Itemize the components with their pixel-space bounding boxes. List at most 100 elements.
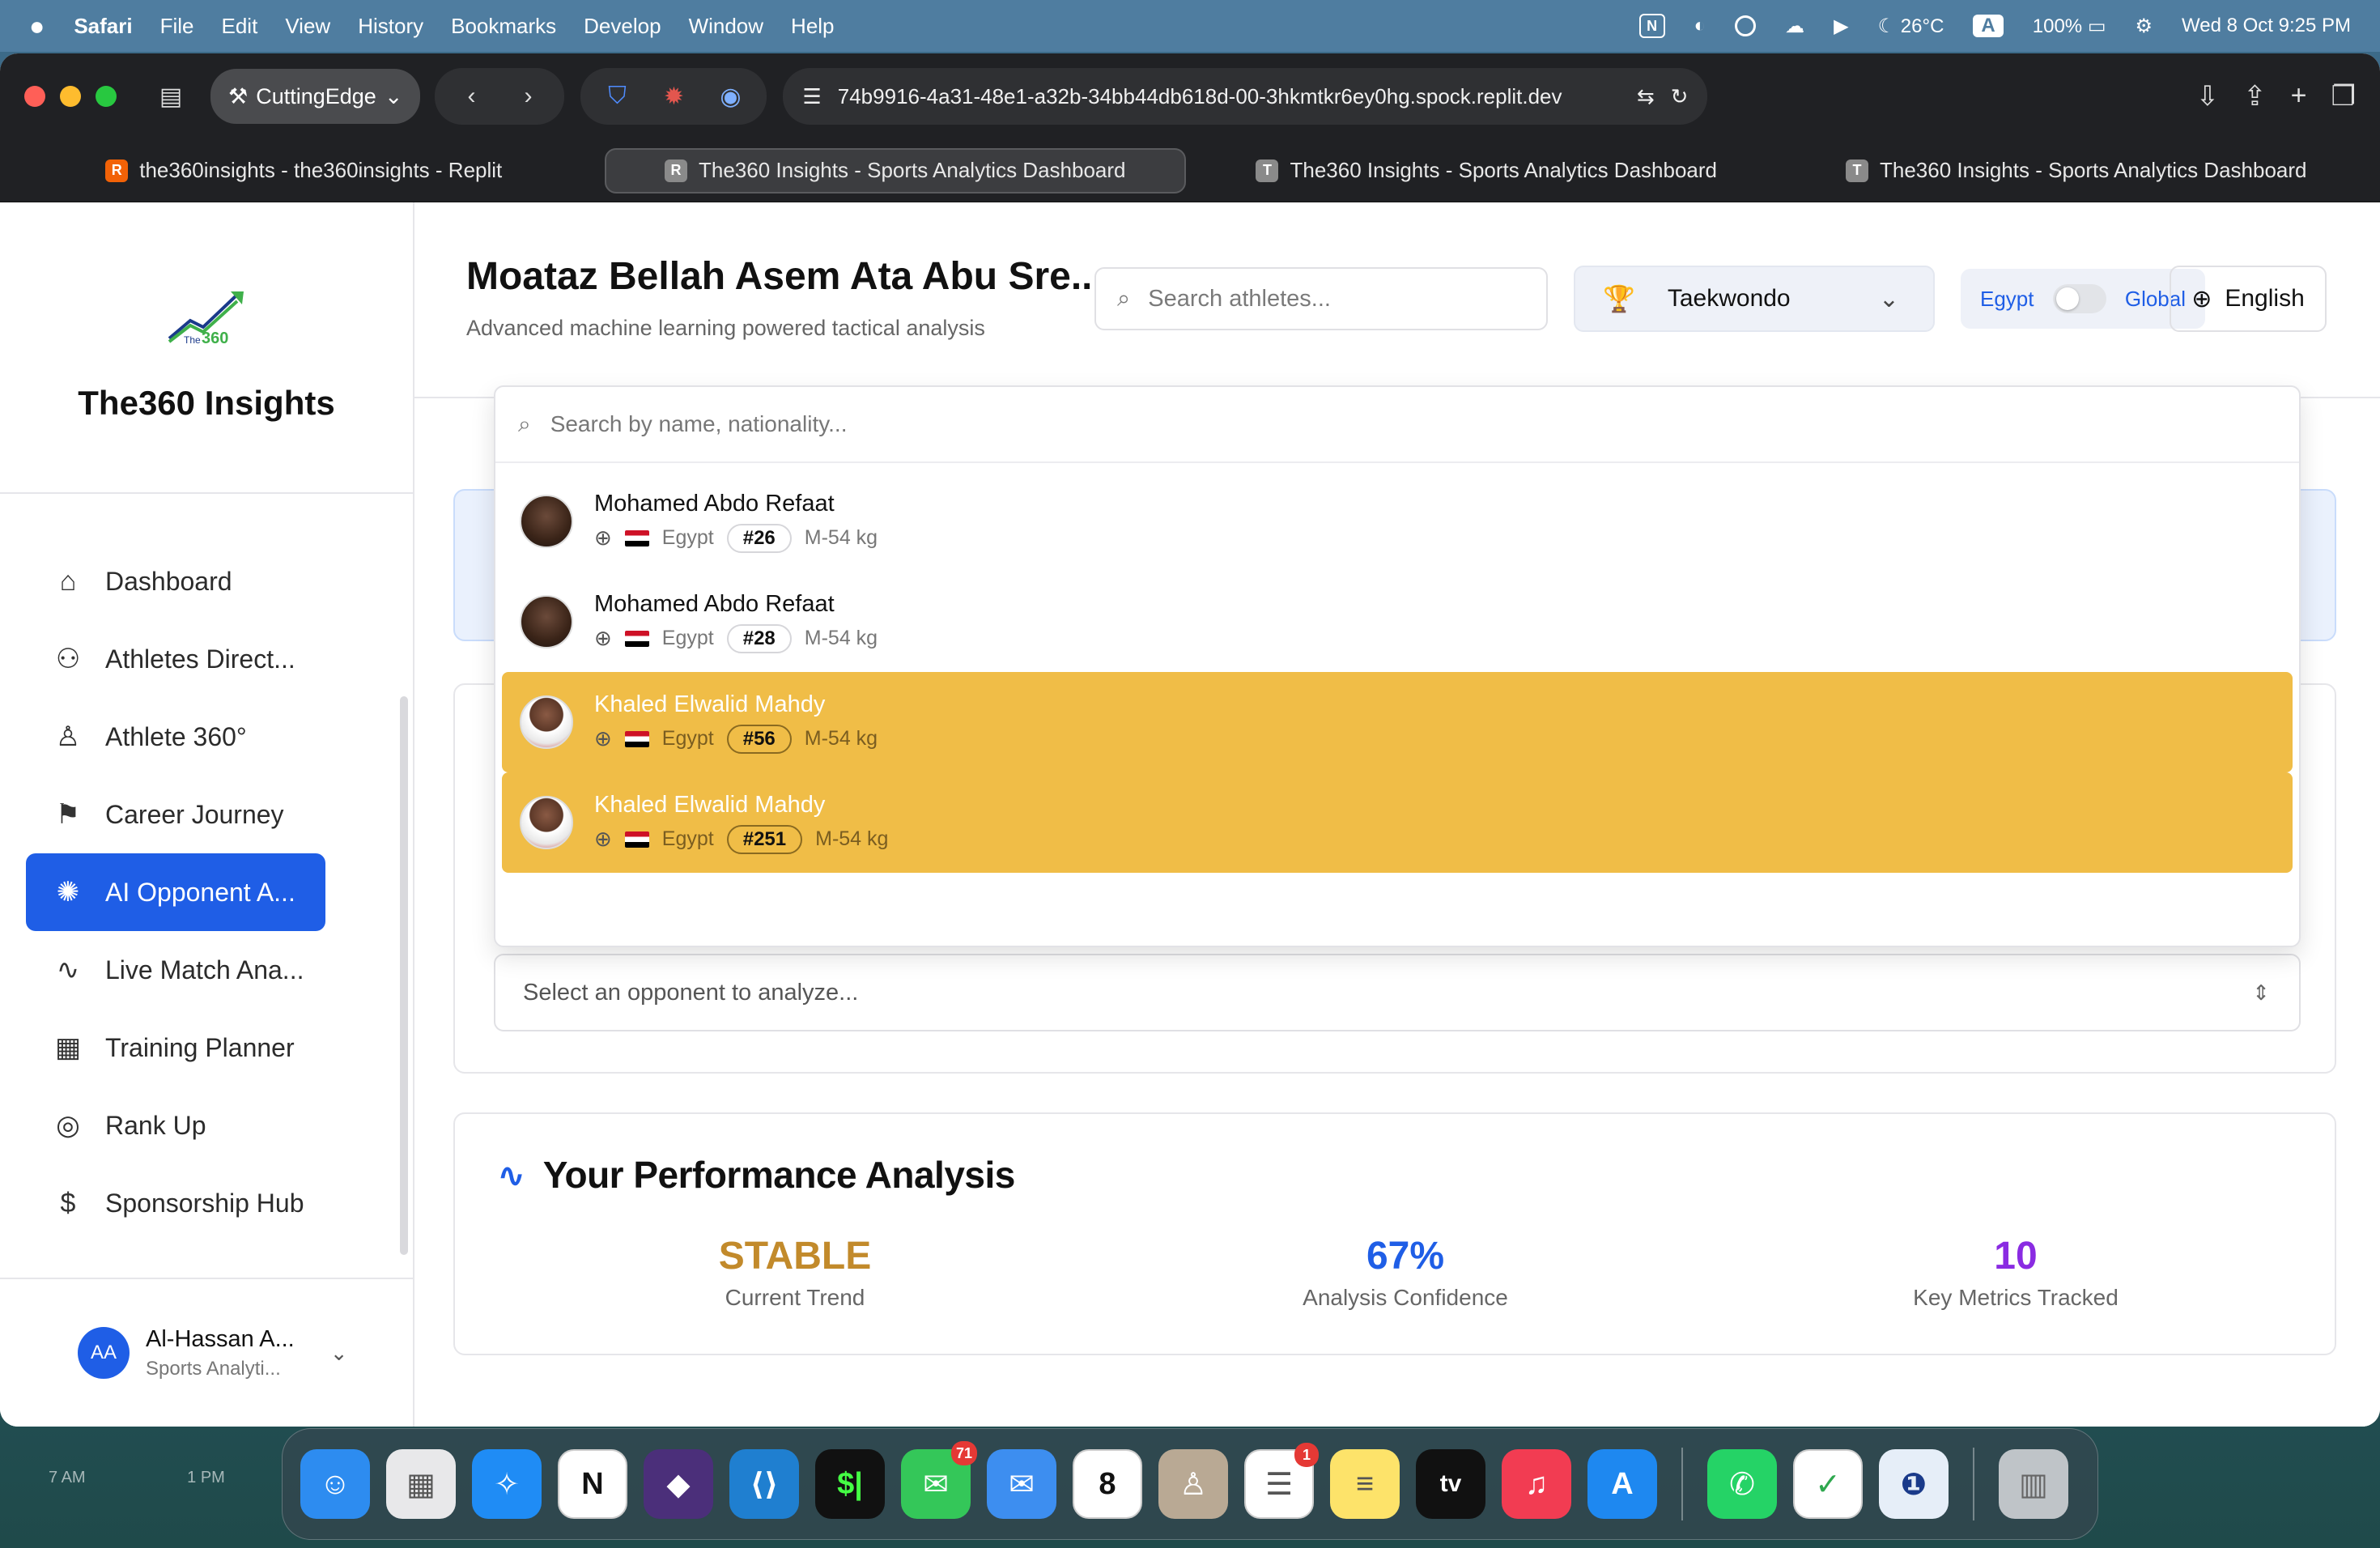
appletv-icon[interactable]: tv — [1416, 1449, 1485, 1519]
circle-status-icon[interactable] — [1735, 15, 1757, 36]
shield-extension-icon[interactable]: ⛉ — [592, 71, 642, 121]
notion-status-icon[interactable]: N — [1638, 14, 1665, 38]
sidebar-item-dashboard[interactable]: ⌂ Dashboard — [26, 542, 325, 620]
vscode-icon[interactable]: ⟨⟩ — [729, 1449, 799, 1519]
athlete-name: Mohamed Abdo Refaat — [594, 590, 835, 617]
avatar: AA — [78, 1327, 130, 1379]
safari-icon[interactable]: ✧ — [472, 1449, 542, 1519]
music-icon[interactable]: ♫ — [1502, 1449, 1571, 1519]
focus-icon[interactable]: ◐ — [1694, 15, 1706, 37]
trash-icon[interactable]: ▥ — [1999, 1449, 2068, 1519]
opponent-select[interactable]: Select an opponent to analyze... ⇕ — [494, 954, 2301, 1031]
cloud-icon[interactable]: ☁ — [1785, 15, 1804, 38]
page-subtitle: Advanced machine learning powered tactic… — [466, 316, 985, 340]
reminders-icon[interactable]: ☰ 1 — [1244, 1443, 1319, 1519]
list-item[interactable]: Mohamed Abdo Refaat ⊕ Egypt #26 M-54 kg — [502, 471, 2293, 572]
tab-label: The360 Insights - Sports Analytics Dashb… — [698, 158, 1126, 182]
play-icon[interactable]: ▶ — [1834, 15, 1848, 38]
svg-text:360: 360 — [202, 330, 228, 345]
list-item[interactable]: Mohamed Abdo Refaat ⊕ Egypt #28 M-54 kg — [502, 572, 2293, 672]
list-item-highlighted[interactable]: Khaled Elwalid Mahdy ⊕ Egypt #56 M-54 kg — [502, 672, 2293, 772]
sidebar-item-athlete-360[interactable]: ♙ Athlete 360° — [26, 698, 325, 776]
password-extension-icon[interactable]: ◉ — [705, 71, 755, 121]
weather-status[interactable]: ☾ 26°C — [1878, 15, 1944, 38]
close-window-button[interactable] — [24, 86, 45, 107]
user-menu[interactable]: AA Al-Hassan A... Sports Analyti... ⌄ — [0, 1278, 413, 1427]
calendar-icon[interactable]: 8 — [1073, 1449, 1142, 1519]
sidebar-item-athletes-directory[interactable]: ⚇ Athletes Direct... — [26, 620, 325, 698]
input-source[interactable]: A — [1973, 15, 2004, 37]
reload-icon[interactable]: ↻ — [1671, 84, 1689, 109]
apple-icon[interactable]: ● — [29, 11, 45, 41]
scope-switch[interactable] — [2052, 284, 2106, 313]
tab-dashboard-2[interactable]: T The360 Insights - Sports Analytics Das… — [1197, 148, 1776, 194]
sidebar-item-training-planner[interactable]: ▦ Training Planner — [26, 1009, 325, 1087]
language-button[interactable]: ⊕ English — [2170, 266, 2327, 332]
downloads-icon[interactable]: ⇩ — [2196, 80, 2220, 113]
activity-icon: ∿ — [56, 955, 80, 985]
minimize-window-button[interactable] — [60, 86, 81, 107]
appstore-icon[interactable]: A — [1587, 1449, 1657, 1519]
clock[interactable]: Wed 8 Oct 9:25 PM — [2182, 15, 2351, 37]
control-center-icon[interactable]: ⚙ — [2136, 15, 2153, 38]
messages-icon[interactable]: ✉ 71 — [901, 1441, 977, 1519]
sidebar-toggle-icon[interactable]: ▤ — [146, 71, 196, 121]
terminal-icon[interactable]: $| — [815, 1449, 885, 1519]
menu-file[interactable]: File — [160, 14, 194, 39]
menu-view[interactable]: View — [285, 14, 330, 39]
forward-button[interactable]: › — [503, 71, 553, 121]
tab-overview-icon[interactable]: ❐ — [2331, 80, 2356, 113]
athlete-list: Mohamed Abdo Refaat ⊕ Egypt #26 M-54 kg — [495, 463, 2299, 873]
sport-selector[interactable]: 🏆 Taekwondo ⌄ — [1574, 266, 1935, 332]
menu-window[interactable]: Window — [689, 14, 763, 39]
launchpad-icon[interactable]: ▦ — [386, 1449, 456, 1519]
contacts-icon[interactable]: ♙ — [1158, 1449, 1228, 1519]
menu-help[interactable]: Help — [791, 14, 834, 39]
menu-app-name[interactable]: Safari — [74, 14, 132, 39]
obsidian-icon[interactable]: ◆ — [644, 1449, 713, 1519]
zoom-window-button[interactable] — [96, 86, 117, 107]
scope-toggle[interactable]: Egypt Global — [1961, 269, 2205, 329]
finder-icon[interactable]: ☺ — [300, 1449, 370, 1519]
language-label: English — [2225, 285, 2305, 312]
list-item-highlighted[interactable]: Khaled Elwalid Mahdy ⊕ Egypt #251 M-54 k… — [502, 772, 2293, 873]
athlete-avatar — [520, 495, 573, 548]
bug-extension-icon[interactable]: ✹ — [648, 71, 699, 121]
athlete-country: Egypt — [661, 827, 714, 850]
page-settings-icon[interactable]: ☰ — [802, 84, 821, 109]
sidebar-scrollbar[interactable] — [400, 696, 408, 1255]
athlete-avatar — [520, 796, 573, 849]
sidebar-item-career-journey[interactable]: ⚑ Career Journey — [26, 776, 325, 853]
egypt-flag-icon — [624, 831, 649, 848]
weight-category: M-54 kg — [804, 727, 878, 750]
profile-button[interactable]: ⚒ CuttingEdge ⌄ — [210, 69, 421, 124]
tab-dashboard-3[interactable]: T The360 Insights - Sports Analytics Das… — [1787, 148, 2366, 194]
sidebar-item-rank-up[interactable]: ◎ Rank Up — [26, 1087, 325, 1164]
address-bar[interactable]: ☰ 74b9916-4a31-48e1-a32b-34bb44db618d-00… — [783, 68, 1708, 125]
battery-status[interactable]: 100% ▭ — [2033, 15, 2106, 38]
tab-replit[interactable]: R the360insights - the360insights - Repl… — [15, 148, 593, 194]
globe-icon: ⊕ — [2191, 285, 2212, 313]
notion-icon[interactable]: N — [558, 1449, 627, 1519]
adguard-icon[interactable]: ✓ — [1793, 1449, 1863, 1519]
menu-bookmarks[interactable]: Bookmarks — [451, 14, 556, 39]
search-athletes-input[interactable]: ⌕ Search athletes... — [1094, 267, 1548, 330]
tab-dashboard-active[interactable]: R The360 Insights - Sports Analytics Das… — [604, 147, 1186, 194]
mail-icon[interactable]: ✉ — [987, 1449, 1056, 1519]
sidebar-item-ai-opponent-analysis[interactable]: ✺ AI Opponent A... — [26, 853, 325, 931]
share-icon[interactable]: ⇪ — [2243, 80, 2267, 113]
app-sidebar: The 360 The360 Insights ⌂ Dashboard ⚇ At… — [0, 202, 414, 1427]
menu-develop[interactable]: Develop — [584, 14, 661, 39]
translate-icon[interactable]: ⇆ — [1637, 84, 1655, 109]
sidebar-item-live-match-analysis[interactable]: ∿ Live Match Ana... — [26, 931, 325, 1009]
menu-edit[interactable]: Edit — [222, 14, 258, 39]
back-button[interactable]: ‹ — [446, 71, 496, 121]
whatsapp-icon[interactable]: ✆ — [1707, 1449, 1777, 1519]
performance-title: ∿ Your Performance Analysis — [497, 1153, 1015, 1197]
1password-icon[interactable]: ❶ — [1879, 1449, 1949, 1519]
new-tab-icon[interactable]: + — [2291, 80, 2307, 113]
notes-icon[interactable]: ≡ — [1330, 1449, 1400, 1519]
dropdown-search-input[interactable]: ⌕ Search by name, nationality... — [495, 387, 2299, 463]
sidebar-item-sponsorship-hub[interactable]: $ Sponsorship Hub — [26, 1164, 325, 1242]
menu-history[interactable]: History — [358, 14, 423, 39]
